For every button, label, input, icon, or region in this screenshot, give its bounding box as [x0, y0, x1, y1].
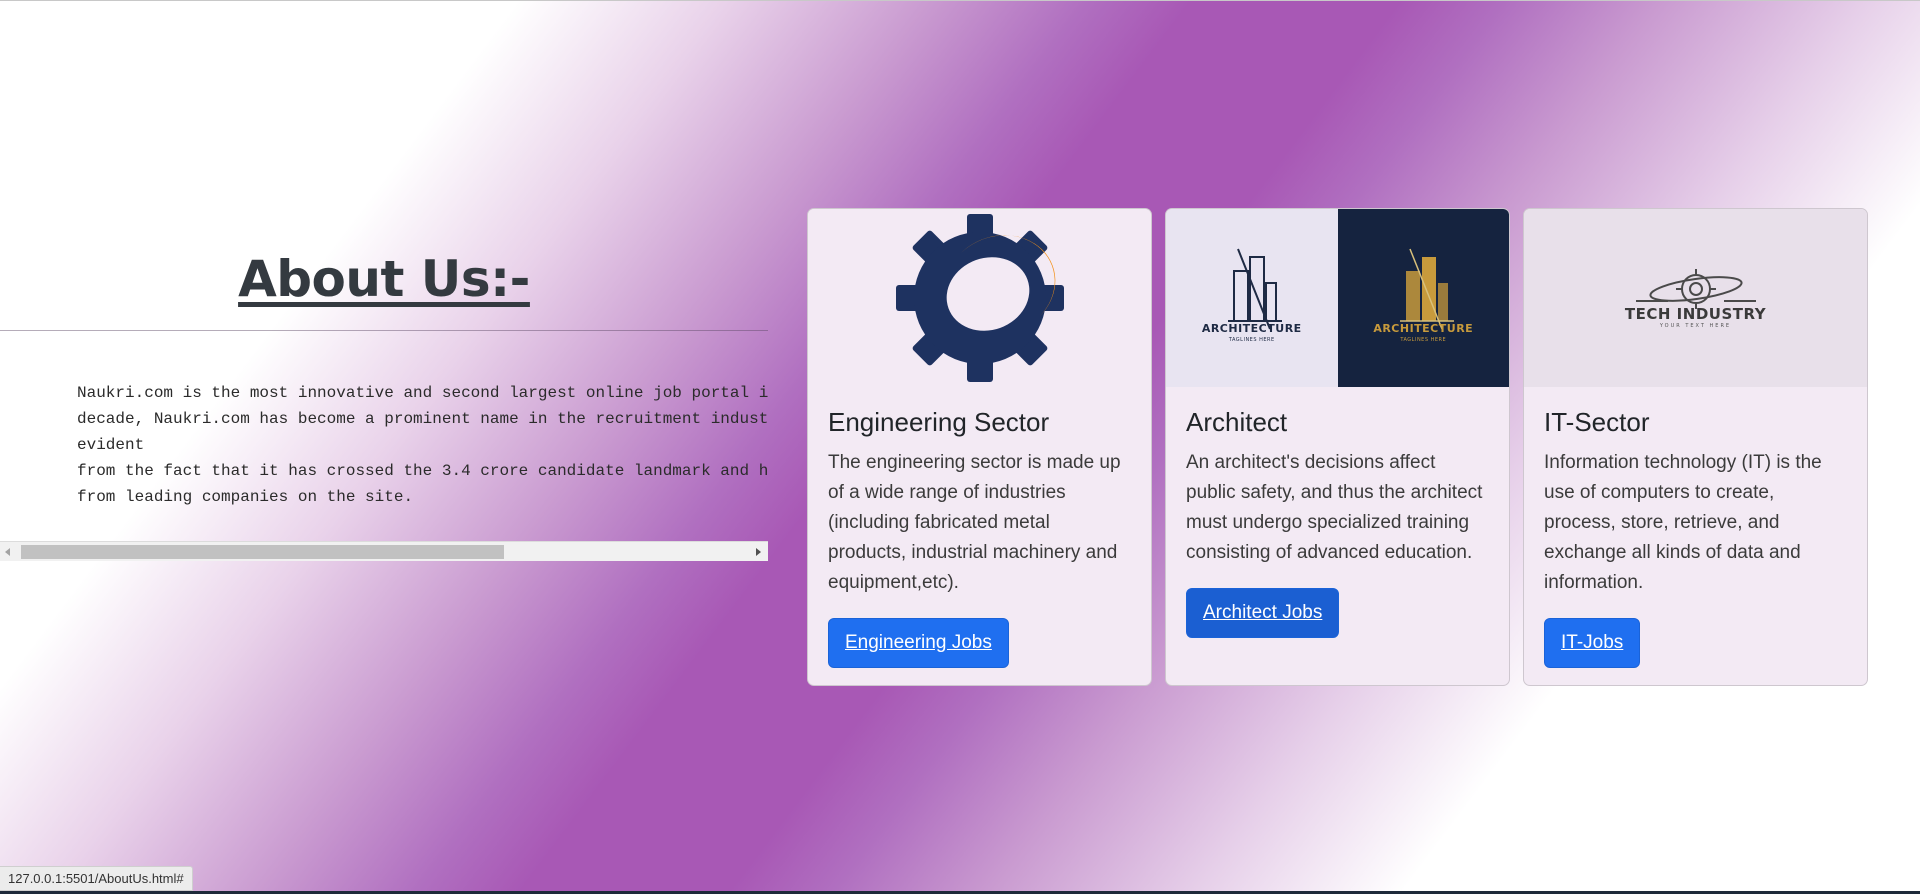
architecture-logo-light: ARCHITECTURE TAGLINES HERE	[1166, 209, 1338, 387]
it-card-image: TECH INDUSTRY YOUR TEXT HERE	[1524, 209, 1867, 387]
building-icon-gold	[1399, 248, 1454, 330]
horizontal-scrollbar[interactable]	[0, 541, 768, 561]
status-bar-url: 127.0.0.1:5501/AboutUs.html#	[0, 866, 193, 891]
about-line: decade, Naukri.com has become a prominen…	[77, 410, 768, 428]
scroll-right-arrow-icon[interactable]	[756, 548, 761, 556]
about-line: Naukri.com is the most innovative and se…	[77, 384, 768, 402]
card-title: IT-Sector	[1544, 407, 1650, 437]
architecture-logo-subtext-gold: TAGLINES HERE	[1400, 337, 1447, 343]
about-line: from leading companies on the site.	[77, 488, 414, 506]
card-text: The engineering sector is made up of a w…	[828, 452, 1121, 593]
it-jobs-button[interactable]: IT-Jobs	[1544, 618, 1641, 668]
engineering-card-image	[808, 209, 1151, 387]
architecture-logo-text: ARCHITECTURE	[1201, 322, 1302, 335]
about-text: Naukri.com is the most innovative and se…	[0, 380, 768, 510]
it-card-body: IT-Sector Information technology (IT) is…	[1524, 387, 1867, 685]
architect-jobs-button[interactable]: Architect Jobs	[1186, 588, 1340, 638]
engineering-card: Engineering Sector The engineering secto…	[807, 208, 1152, 686]
about-line: from the fact that it has crossed the 3.…	[77, 462, 768, 480]
engineering-card-body: Engineering Sector The engineering secto…	[808, 387, 1151, 685]
architect-card-image: ARCHITECTURE TAGLINES HERE ARCHITECTURE …	[1166, 209, 1509, 387]
card-title: Architect	[1186, 407, 1288, 437]
about-title: About Us:-	[238, 250, 530, 308]
architect-card-body: Architect An architect's decisions affec…	[1166, 387, 1509, 658]
window-top-edge	[0, 0, 1920, 1]
it-card: TECH INDUSTRY YOUR TEXT HERE IT-Sector I…	[1523, 208, 1868, 686]
card-title: Engineering Sector	[828, 407, 1050, 437]
card-text: Information technology (IT) is the use o…	[1544, 452, 1822, 593]
architecture-logo-subtext: TAGLINES HERE	[1228, 337, 1275, 343]
card-text: An architect's decisions affect public s…	[1186, 452, 1483, 563]
about-line: evident	[77, 436, 145, 454]
tech-industry-logo-text: TECH INDUSTRY	[1624, 305, 1767, 323]
scrollbar-thumb[interactable]	[21, 545, 504, 559]
architect-card: ARCHITECTURE TAGLINES HERE ARCHITECTURE …	[1165, 208, 1510, 686]
architecture-logo-text-gold: ARCHITECTURE	[1373, 322, 1474, 335]
engineering-jobs-button[interactable]: Engineering Jobs	[828, 618, 1009, 668]
about-text-container: Naukri.com is the most innovative and se…	[0, 380, 768, 560]
tech-industry-logo-subtext: YOUR TEXT HERE	[1659, 323, 1732, 329]
tech-gear-icon	[1636, 269, 1756, 309]
architecture-logo-dark: ARCHITECTURE TAGLINES HERE	[1337, 209, 1509, 387]
scroll-left-arrow-icon[interactable]	[5, 548, 10, 556]
about-divider	[0, 330, 768, 331]
building-icon	[1228, 248, 1282, 330]
gear-icon	[896, 214, 1064, 382]
